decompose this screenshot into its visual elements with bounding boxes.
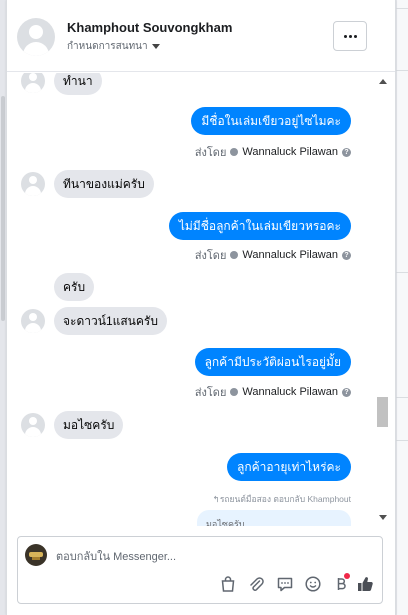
message-list[interactable]: ทำนา มีชื่อในเล่มเขียวอยู่ไซไมคะ ส่งโดย … — [7, 73, 383, 526]
conversation-settings-label: กำหนดการสนทนา — [67, 41, 148, 52]
divider — [396, 272, 408, 273]
sent-by-label: ส่งโดย — [194, 250, 227, 262]
page-avatar — [25, 544, 47, 566]
verified-icon — [230, 148, 239, 156]
outgoing-message: ลูกค้ามีประวัติผ่อนไรอยู่มั้ย — [194, 348, 351, 376]
page-area-right — [396, 0, 408, 615]
paperclip-icon[interactable] — [247, 575, 265, 593]
contact-avatar-small — [21, 413, 45, 437]
contact-avatar-small — [21, 73, 45, 93]
sender-name: Wannaluck Pilawan — [242, 249, 338, 261]
divider — [396, 70, 408, 71]
incoming-message: ทำนา — [54, 73, 102, 95]
reply-note: ↰รถยนต์มือสอง ตอบกลับ Khamphout — [212, 494, 351, 504]
sent-by-line: ส่งโดย Wannaluck Pilawan ? — [195, 383, 351, 401]
conversation-settings-dropdown[interactable]: กำหนดการสนทนา — [67, 39, 160, 54]
scroll-up-icon[interactable] — [379, 79, 387, 84]
outgoing-message: ลูกค้าอายุเท่าไหร่คะ — [227, 453, 351, 481]
divider — [396, 440, 408, 441]
messenger-chat-panel: Khamphout Souvongkham กำหนดการสนทนา ทำนา… — [6, 0, 396, 615]
contact-avatar-small — [21, 172, 45, 196]
speech-bubble-icon[interactable] — [276, 575, 294, 593]
divider — [396, 8, 408, 9]
composer — [17, 536, 383, 604]
help-icon[interactable]: ? — [342, 147, 351, 157]
sender-name: Wannaluck Pilawan — [242, 146, 338, 158]
more-options-button[interactable] — [333, 21, 367, 51]
verified-icon — [230, 388, 239, 396]
sent-by-label: ส่งโดย — [194, 387, 227, 399]
smiley-icon[interactable] — [304, 575, 322, 593]
left-scrollbar-thumb[interactable] — [1, 96, 5, 321]
thumbs-up-icon[interactable] — [356, 575, 374, 593]
verified-icon — [230, 251, 239, 259]
scrollbar-thumb[interactable] — [377, 397, 388, 427]
incoming-message: ครับ — [54, 273, 95, 301]
notification-dot — [344, 573, 350, 579]
help-icon[interactable]: ? — [342, 387, 351, 397]
divider — [396, 397, 408, 398]
outgoing-message: ไม่มีชื่อลูกค้าในเล่มเขียวหรอคะ — [168, 212, 351, 240]
quoted-message[interactable]: มอไซครับ — [197, 510, 351, 526]
sent-by-label: ส่งโดย — [194, 147, 227, 159]
incoming-message: ทีนาของแม่ครับ — [54, 170, 154, 198]
scroll-down-icon[interactable] — [379, 515, 387, 520]
sender-name: Wannaluck Pilawan — [242, 386, 338, 398]
incoming-message: มอไซครับ — [54, 411, 124, 439]
sent-by-line: ส่งโดย Wannaluck Pilawan ? — [195, 143, 351, 161]
chat-header: Khamphout Souvongkham กำหนดการสนทนา — [7, 0, 395, 72]
contact-avatar-small — [21, 309, 45, 333]
help-icon[interactable]: ? — [342, 250, 351, 260]
caret-down-icon — [151, 44, 160, 49]
more-dots-icon — [343, 34, 347, 38]
incoming-message: จะดาวน์1แสนครับ — [54, 307, 167, 335]
outgoing-message: มีชื่อในเล่มเขียวอยู่ไซไมคะ — [191, 107, 351, 135]
reply-input[interactable] — [56, 548, 356, 566]
sent-by-line: ส่งโดย Wannaluck Pilawan ? — [195, 246, 351, 264]
contact-name[interactable]: Khamphout Souvongkham — [67, 20, 232, 35]
message-scrollbar[interactable] — [376, 73, 389, 526]
currency-icon[interactable] — [332, 573, 350, 593]
bag-icon[interactable] — [219, 575, 237, 593]
contact-avatar[interactable] — [17, 18, 55, 56]
